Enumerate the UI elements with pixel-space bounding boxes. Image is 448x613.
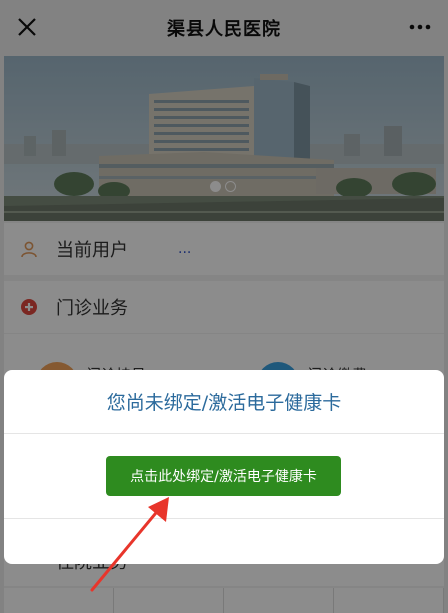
dialog-divider — [4, 518, 444, 519]
bind-health-card-button[interactable]: 点击此处绑定/激活电子健康卡 — [106, 456, 341, 496]
dialog-title: 您尚未绑定/激活电子健康卡 — [4, 370, 444, 434]
health-card-dialog: 您尚未绑定/激活电子健康卡 点击此处绑定/激活电子健康卡 — [4, 370, 444, 564]
